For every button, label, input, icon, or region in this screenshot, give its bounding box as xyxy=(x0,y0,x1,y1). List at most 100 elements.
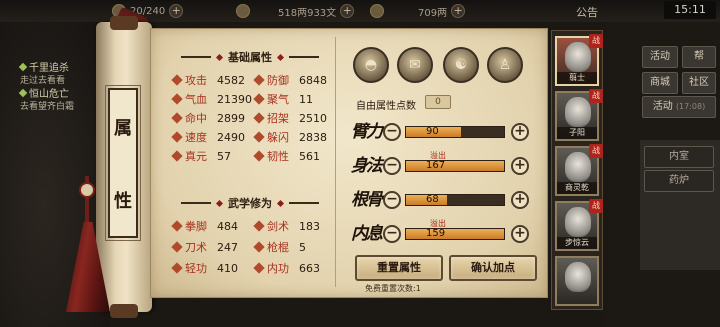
basic-stat: 气血 21390 xyxy=(171,92,252,106)
stat-label: 韧性 xyxy=(267,150,289,163)
stat-label: 速度 xyxy=(185,131,207,144)
quest-item[interactable]: 恒山危亡 去看望齐白霜 xyxy=(18,88,74,114)
stat-value: 484 xyxy=(217,219,238,233)
stat-icon xyxy=(171,131,183,143)
stat-icon xyxy=(171,220,183,232)
tab-attributes[interactable]: 属 性 xyxy=(105,85,141,241)
increase-button[interactable]: + xyxy=(511,157,529,175)
stat-label: 攻击 xyxy=(185,74,207,87)
stat-icon xyxy=(253,150,265,162)
stat-value: 11 xyxy=(299,92,313,106)
martial-stat: 剑术 183 xyxy=(253,219,320,233)
character-face xyxy=(565,152,591,182)
quest-item[interactable]: 千里追杀 走过去看看 xyxy=(18,62,69,88)
character-face xyxy=(565,42,591,72)
stat-value: 2490 xyxy=(217,130,245,144)
reset-attributes-button[interactable]: 重置属性 xyxy=(355,255,443,281)
stat-value: 21390 xyxy=(217,92,252,106)
stat-label: 招架 xyxy=(267,112,289,125)
inner-room-button[interactable]: 内室 xyxy=(644,146,714,168)
basic-stat: 聚气 11 xyxy=(253,92,313,106)
decrease-button[interactable]: − xyxy=(383,157,401,175)
martial-stat: 枪棍 5 xyxy=(253,240,306,254)
stat-value: 6848 xyxy=(299,73,327,87)
stat-label: 气血 xyxy=(185,93,207,106)
stat-icon xyxy=(253,74,265,86)
gold-icon xyxy=(370,4,384,18)
basic-stat: 真元 57 xyxy=(171,149,231,163)
medicine-stove-button[interactable]: 药炉 xyxy=(644,170,714,192)
character-portrait[interactable]: 商灵乾 战 xyxy=(555,144,603,196)
stat-label: 拳脚 xyxy=(185,220,207,233)
gold-counter: 709两 + xyxy=(370,3,466,19)
stat-value: 2510 xyxy=(299,111,327,125)
activity-button[interactable]: 活动 xyxy=(642,46,678,68)
decrease-button[interactable]: − xyxy=(383,123,401,141)
stat-label: 剑术 xyxy=(267,220,289,233)
attribute-name: 身法 xyxy=(351,156,383,176)
attribute-name: 内息 xyxy=(351,224,383,244)
martial-stat: 轻功 410 xyxy=(171,261,238,275)
character-name: 商灵乾 xyxy=(557,182,597,194)
character-portrait[interactable]: 子阳 战 xyxy=(555,89,603,141)
character-portrait[interactable]: 翦士 战 xyxy=(555,34,603,86)
notice-button[interactable]: 公告 xyxy=(576,4,598,20)
attribute-bar: 159 溢出 xyxy=(405,219,505,240)
increase-button[interactable]: + xyxy=(511,191,529,209)
event-button[interactable]: 活动 (17:08) xyxy=(642,96,716,118)
bang-button[interactable]: 帮 xyxy=(682,46,716,68)
character-name: 翦士 xyxy=(557,72,597,84)
scroll-skill-icon[interactable]: ✉ xyxy=(397,47,433,83)
stat-label: 轻功 xyxy=(185,262,207,275)
add-stamina-button[interactable]: + xyxy=(169,4,184,18)
stat-label: 真元 xyxy=(185,150,207,163)
add-gold-button[interactable]: + xyxy=(451,4,466,18)
stat-icon xyxy=(171,93,183,105)
increase-button[interactable]: + xyxy=(511,225,529,243)
stat-icon xyxy=(253,262,265,274)
decrease-button[interactable]: − xyxy=(383,225,401,243)
stat-value: 4582 xyxy=(217,73,245,87)
battle-tag: 战 xyxy=(589,199,603,213)
character-face xyxy=(565,97,591,127)
character-portrait[interactable]: 步惊云 战 xyxy=(555,199,603,251)
community-button[interactable]: 社区 xyxy=(682,72,716,94)
increase-button[interactable]: + xyxy=(511,123,529,141)
attribute-row: 身法 −167 溢出 + xyxy=(351,151,531,179)
stat-value: 663 xyxy=(299,261,320,275)
battle-tag: 战 xyxy=(589,89,603,103)
decrease-button[interactable]: − xyxy=(383,191,401,209)
attribute-value: 68 xyxy=(426,194,439,205)
stat-icon xyxy=(253,93,265,105)
attribute-bar-fill xyxy=(406,161,504,171)
yinyang-skill-icon[interactable]: ☯ xyxy=(443,47,479,83)
stat-icon xyxy=(171,262,183,274)
stat-value: 2838 xyxy=(299,130,327,144)
basic-stat: 防御 6848 xyxy=(253,73,327,87)
basic-stat: 招架 2510 xyxy=(253,111,327,125)
confirm-points-button[interactable]: 确认加点 xyxy=(449,255,537,281)
battle-tag: 战 xyxy=(589,144,603,158)
character-portrait[interactable] xyxy=(555,256,599,306)
body-skill-icon[interactable]: ♙ xyxy=(487,47,523,83)
stat-label: 刀术 xyxy=(185,241,207,254)
quest-marker-icon xyxy=(18,62,28,72)
free-points-label: 自由属性点数 xyxy=(356,101,416,112)
shop-button[interactable]: 商城 xyxy=(642,72,678,94)
tassel-knot xyxy=(79,182,95,198)
overflow-label: 溢出 xyxy=(430,219,446,228)
attribute-panel: 基础属性 攻击 4582 防御 6848 气血 21390 聚气 11 命中 2899 招架 2510… xyxy=(150,28,548,298)
stat-label: 命中 xyxy=(185,112,207,125)
hat-skill-icon[interactable]: ◓ xyxy=(353,47,389,83)
stat-label: 内功 xyxy=(267,262,289,275)
attribute-row: 根骨 − 68 + xyxy=(351,185,531,213)
stat-label: 聚气 xyxy=(267,93,289,106)
stat-icon xyxy=(253,131,265,143)
stat-icon xyxy=(171,112,183,124)
character-face xyxy=(565,262,591,292)
add-silver-button[interactable]: + xyxy=(340,4,355,18)
stat-value: 5 xyxy=(299,240,306,254)
attribute-name: 臂力 xyxy=(351,122,383,142)
stat-icon xyxy=(253,112,265,124)
stat-value: 183 xyxy=(299,219,320,233)
